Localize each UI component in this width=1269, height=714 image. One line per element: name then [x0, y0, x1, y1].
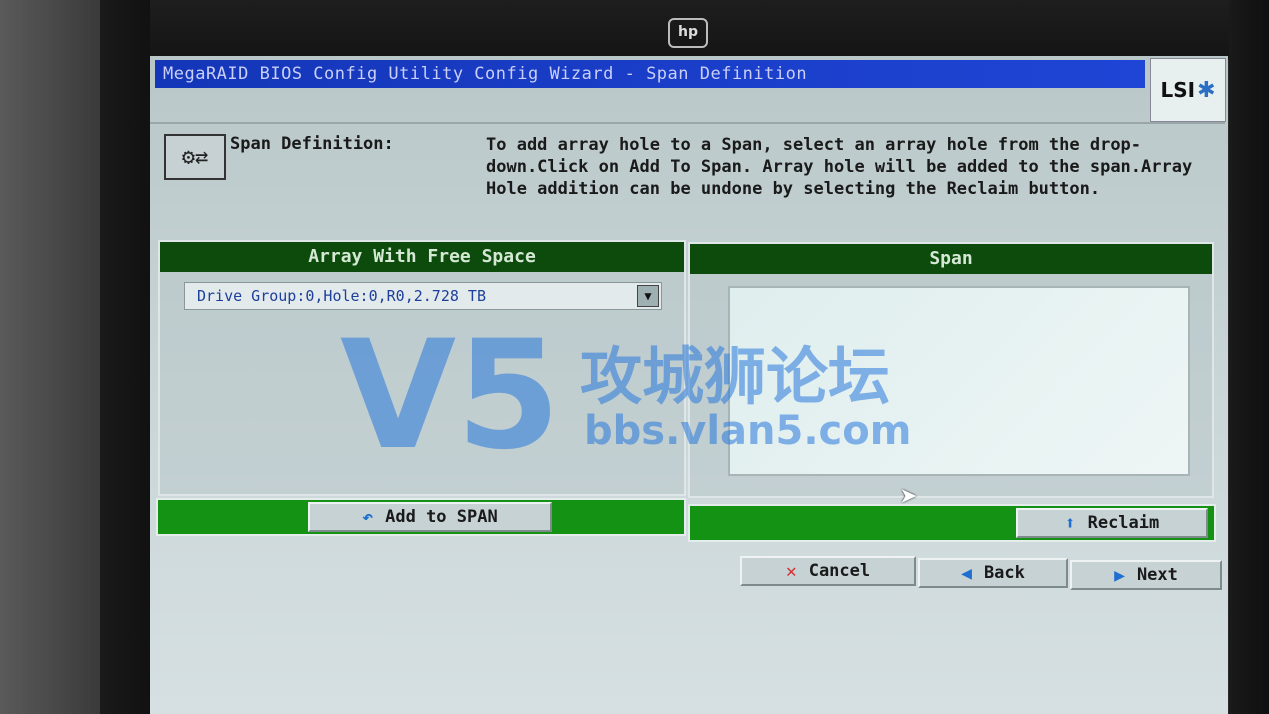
mouse-cursor-icon: ➤: [900, 480, 919, 515]
next-label: Next: [1136, 565, 1178, 585]
array-hole-dropdown[interactable]: Drive Group:0,Hole:0,R0,2.728 TB ▼: [184, 282, 662, 310]
monitor-bezel-left: [100, 0, 150, 714]
chevron-down-icon[interactable]: ▼: [637, 285, 659, 307]
window-title: MegaRAID BIOS Config Utility Config Wiza…: [155, 60, 1145, 88]
cancel-label: Cancel: [808, 561, 871, 581]
span-panel: Span: [688, 242, 1214, 498]
back-label: Back: [983, 563, 1025, 583]
next-button[interactable]: ▶ Next: [1070, 560, 1222, 590]
monitor-bezel-right: [1229, 0, 1269, 714]
add-action-bar: ↶ Add to SPAN: [156, 498, 686, 536]
span-definition-label: Span Definition:: [230, 134, 394, 154]
x-icon: ✕: [785, 560, 797, 582]
lsi-logo: LSI ✱: [1150, 58, 1226, 122]
undo-arrow-icon: ↶: [362, 506, 374, 528]
add-to-span-button[interactable]: ↶ Add to SPAN: [308, 502, 552, 532]
array-free-space-header: Array With Free Space: [160, 242, 684, 272]
instructions-text: To add array hole to a Span, select an a…: [486, 135, 1193, 199]
dropdown-value: Drive Group:0,Hole:0,R0,2.728 TB: [197, 287, 486, 305]
add-to-span-label: Add to SPAN: [385, 507, 498, 527]
reclaim-button[interactable]: ⬆ Reclaim: [1016, 508, 1208, 538]
reclaim-action-bar: ⬆ Reclaim: [688, 504, 1216, 542]
span-list[interactable]: [728, 286, 1190, 476]
cancel-button[interactable]: ✕ Cancel: [740, 556, 916, 586]
span-header: Span: [690, 244, 1212, 274]
hp-logo: hp: [668, 18, 708, 48]
left-arrow-icon: ◀: [961, 562, 972, 584]
header-section: ⚙⇄ Span Definition: To add array hole to…: [150, 122, 1225, 232]
background-wall: [0, 0, 100, 714]
reclaim-label: Reclaim: [1087, 513, 1160, 533]
array-free-space-panel: Array With Free Space Drive Group:0,Hole…: [158, 240, 686, 496]
bios-screen: MegaRAID BIOS Config Utility Config Wiza…: [150, 56, 1228, 714]
up-arrow-icon: ⬆: [1064, 512, 1076, 534]
right-arrow-icon: ▶: [1114, 564, 1125, 586]
lsi-star-icon: ✱: [1197, 77, 1216, 103]
back-button[interactable]: ◀ Back: [918, 558, 1068, 588]
lsi-logo-text: LSI: [1160, 78, 1196, 102]
wizard-icon: ⚙⇄: [164, 134, 226, 180]
